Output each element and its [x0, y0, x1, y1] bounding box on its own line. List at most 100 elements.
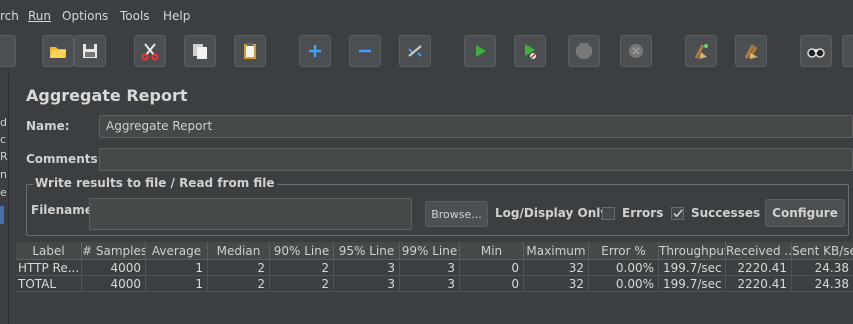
column-header[interactable]: 90% Line	[270, 242, 334, 260]
aggregate-report-panel: Aggregate Report Name: Aggregate Report …	[16, 74, 853, 324]
table-cell: 3	[334, 260, 400, 276]
table-cell: 199.7/sec	[659, 276, 726, 292]
table-cell: 0.00%	[589, 260, 659, 276]
tree-text-fragment: d	[0, 116, 7, 129]
table-cell: 2220.41	[726, 260, 792, 276]
column-header[interactable]: 99% Line	[400, 242, 460, 260]
comments-label: Comments:	[26, 152, 103, 166]
partial-button-right[interactable]	[842, 35, 853, 67]
name-label: Name:	[26, 119, 70, 133]
paste-icon	[244, 43, 256, 59]
menu-bar: rch Run Options Tools Help	[0, 0, 853, 30]
copy-button[interactable]	[184, 35, 216, 67]
menu-tools[interactable]: Tools	[120, 9, 150, 23]
cut-icon	[141, 43, 159, 61]
tree-text-fragment: e	[0, 186, 7, 199]
save-button[interactable]	[74, 35, 106, 67]
table-cell: 24.38	[792, 276, 853, 292]
tree-panel-edge[interactable]: d c R n e	[0, 74, 9, 324]
add-icon	[309, 45, 321, 57]
table-cell: HTTP Re...	[16, 260, 82, 276]
column-header[interactable]: Throughput	[659, 242, 726, 260]
filename-input[interactable]	[89, 198, 412, 230]
table-cell: 32	[524, 276, 589, 292]
tree-text-fragment: R	[0, 150, 8, 163]
start-icon	[476, 45, 486, 57]
column-header[interactable]: Maximum	[524, 242, 589, 260]
file-group: Write results to file / Read from file F…	[26, 176, 849, 236]
column-header[interactable]: 95% Line	[334, 242, 400, 260]
toggle-icon	[408, 45, 422, 57]
tree-selection-marker	[0, 206, 4, 224]
table-cell: 4000	[82, 276, 146, 292]
table-cell: 4000	[82, 260, 146, 276]
successes-checkbox[interactable]	[671, 207, 684, 220]
table-cell: 1	[146, 276, 208, 292]
table-cell: 2220.41	[726, 276, 792, 292]
cut-button[interactable]	[134, 35, 166, 67]
copy-icon	[193, 44, 207, 59]
table-row[interactable]: TOTAL 4000 1 2 2 3 3 0 32 0.00% 199.7/se…	[16, 276, 853, 292]
table-cell: 2	[208, 260, 270, 276]
table-header: Label # Samples Average Median 90% Line …	[16, 242, 853, 260]
paste-button[interactable]	[234, 35, 266, 67]
clear-all-icon	[744, 44, 758, 59]
name-field[interactable]: Aggregate Report	[99, 115, 853, 138]
remove-button[interactable]	[349, 35, 381, 67]
table-cell: 0.00%	[589, 276, 659, 292]
start-button[interactable]	[464, 35, 496, 67]
save-icon	[83, 44, 97, 58]
search-button[interactable]	[800, 35, 832, 67]
column-header[interactable]: Error %	[589, 242, 659, 260]
table-row[interactable]: HTTP Re... 4000 1 2 2 3 3 0 32 0.00% 199…	[16, 260, 853, 276]
log-display-label: Log/Display Only:	[495, 206, 613, 220]
results-table: Label # Samples Average Median 90% Line …	[16, 242, 853, 324]
add-button[interactable]	[299, 35, 331, 67]
clear-all-button[interactable]	[735, 35, 767, 67]
tree-text-fragment: n	[0, 168, 7, 181]
table-cell: 3	[400, 276, 460, 292]
clear-icon	[694, 44, 708, 59]
toggle-button[interactable]	[399, 35, 431, 67]
shutdown-button[interactable]	[620, 35, 652, 67]
errors-label: Errors	[622, 206, 664, 220]
menu-run[interactable]: Run	[28, 9, 51, 23]
errors-checkbox[interactable]	[602, 207, 615, 220]
column-header[interactable]: Median	[208, 242, 270, 260]
table-cell: 0	[460, 260, 524, 276]
column-header[interactable]: # Samples	[82, 242, 146, 260]
checkmark-icon	[673, 209, 683, 218]
column-header[interactable]: Received ...	[726, 242, 792, 260]
column-header[interactable]: Label	[16, 242, 82, 260]
table-cell: 24.38	[792, 260, 853, 276]
partial-button[interactable]	[0, 35, 16, 67]
successes-label: Successes	[691, 206, 761, 220]
folder-open-icon	[50, 47, 66, 58]
file-group-legend: Write results to file / Read from file	[33, 176, 277, 190]
remove-icon	[359, 49, 371, 53]
table-cell: 0	[460, 276, 524, 292]
start-no-pause-icon	[525, 44, 536, 59]
configure-button[interactable]: Configure	[765, 199, 845, 227]
table-cell: 3	[334, 276, 400, 292]
search-icon	[807, 48, 825, 58]
tree-text-fragment: c	[0, 133, 7, 146]
shutdown-icon	[629, 44, 643, 58]
page-title: Aggregate Report	[26, 86, 188, 105]
column-header[interactable]: Average	[146, 242, 208, 260]
menu-help[interactable]: Help	[163, 9, 190, 23]
table-cell: 32	[524, 260, 589, 276]
stop-button[interactable]	[568, 35, 600, 67]
toolbar	[0, 30, 853, 74]
browse-button[interactable]: Browse...	[425, 201, 488, 227]
clear-button[interactable]	[685, 35, 717, 67]
table-cell: 2	[270, 260, 334, 276]
open-button[interactable]	[42, 35, 74, 67]
column-header[interactable]: Min	[460, 242, 524, 260]
start-no-pause-button[interactable]	[514, 35, 546, 67]
column-header[interactable]: Sent KB/sec	[792, 242, 853, 260]
table-cell: 3	[400, 260, 460, 276]
comments-field[interactable]	[99, 148, 853, 171]
menu-search[interactable]: rch	[0, 9, 19, 23]
menu-options[interactable]: Options	[62, 9, 108, 23]
